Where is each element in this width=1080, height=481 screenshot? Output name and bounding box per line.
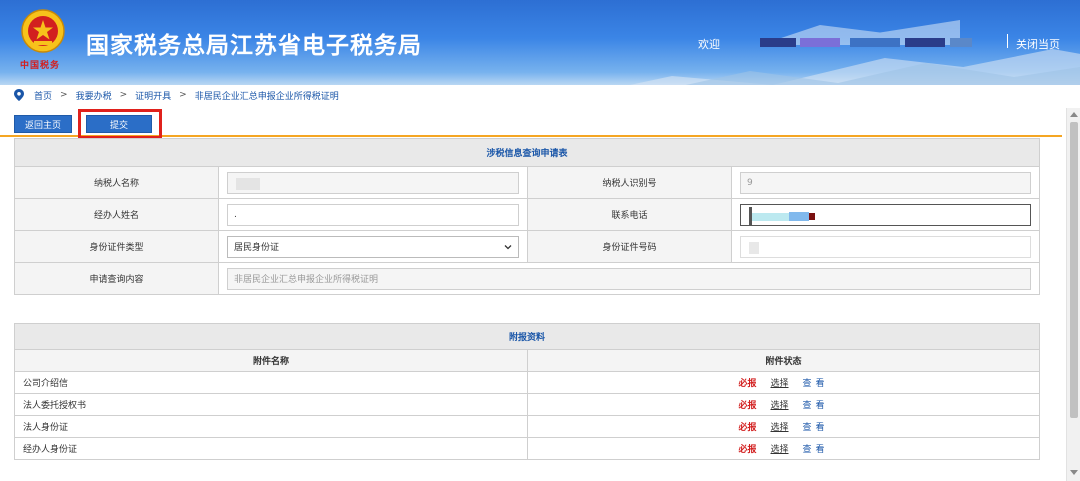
id-number-label: 身份证件号码 bbox=[527, 230, 732, 263]
breadcrumb-tax-handling[interactable]: 我要办税 bbox=[76, 89, 112, 102]
chevron-down-icon bbox=[504, 244, 512, 249]
taxpayer-id-field: 9 bbox=[740, 171, 1032, 194]
header-separator bbox=[1007, 34, 1008, 48]
id-type-value: 居民身份证 bbox=[234, 243, 280, 253]
welcome-text: 欢迎 bbox=[698, 38, 720, 51]
query-content-label: 申请查询内容 bbox=[14, 262, 219, 295]
query-content-value: 非居民企业汇总申报企业所得税证明 bbox=[234, 275, 379, 285]
header-banner: 中国税务 国家税务总局江苏省电子税务局 欢迎 关闭当页 bbox=[0, 0, 1080, 85]
close-page-link[interactable]: 关闭当页 bbox=[1016, 36, 1060, 52]
emblem-caption: 中国税务 bbox=[20, 61, 61, 71]
breadcrumb-current: 非居民企业汇总申报企业所得税证明 bbox=[194, 91, 339, 102]
scroll-up-arrow-icon[interactable] bbox=[1070, 112, 1078, 117]
redacted-phone bbox=[749, 206, 815, 225]
tax-emblem-icon bbox=[21, 9, 65, 53]
site-title: 国家税务总局江苏省电子税务局 bbox=[86, 33, 422, 59]
scrollbar-thumb[interactable] bbox=[1070, 122, 1078, 418]
phone-label: 联系电话 bbox=[527, 198, 732, 231]
agent-name-input[interactable]: . bbox=[227, 203, 519, 226]
attachments-caption: 附报资料 bbox=[13, 323, 1041, 350]
form-caption: 涉税信息查询申请表 bbox=[13, 138, 1041, 167]
view-link[interactable]: 查看 bbox=[803, 379, 829, 389]
id-type-select[interactable]: 居民身份证 bbox=[227, 235, 519, 258]
required-badge: 必报 bbox=[738, 401, 757, 411]
column-header-name: 附件名称 bbox=[14, 349, 528, 372]
application-form-table: 涉税信息查询申请表 纳税人名称 纳税人识别号 9 经办人姓名 . 联系电话 身份… bbox=[13, 138, 1041, 295]
table-row: 法人委托授权书 必报 选择 查看 bbox=[14, 393, 1041, 416]
redacted-user-info bbox=[730, 34, 1000, 50]
breadcrumb-separator: > bbox=[119, 90, 128, 100]
table-row: 经办人身份证 必报 选择 查看 bbox=[14, 437, 1041, 460]
attachment-name: 公司介绍信 bbox=[14, 371, 528, 394]
view-link[interactable]: 查看 bbox=[803, 445, 829, 455]
redacted-value bbox=[236, 177, 260, 190]
taxpayer-name-label: 纳税人名称 bbox=[14, 166, 219, 199]
toolbar: 返回主页 提交 bbox=[0, 108, 1062, 139]
agent-name-label: 经办人姓名 bbox=[14, 198, 219, 231]
attachment-name: 法人身份证 bbox=[14, 415, 528, 438]
choose-link[interactable]: 选择 bbox=[771, 401, 789, 411]
location-pin-icon bbox=[14, 89, 24, 101]
table-row: 法人身份证 必报 选择 查看 bbox=[14, 415, 1041, 438]
choose-link[interactable]: 选择 bbox=[771, 423, 789, 433]
breadcrumb-separator: > bbox=[179, 90, 187, 100]
table-row: 公司介绍信 必报 选择 查看 bbox=[14, 371, 1041, 394]
taxpayer-id-label: 纳税人识别号 bbox=[527, 166, 732, 199]
vertical-scrollbar[interactable] bbox=[1066, 108, 1080, 481]
breadcrumb-home[interactable]: 首页 bbox=[34, 89, 52, 102]
view-link[interactable]: 查看 bbox=[803, 401, 829, 411]
attachments-table: 附报资料 附件名称 附件状态 公司介绍信 必报 选择 查看 法人委托授权书 必报 选择… bbox=[13, 323, 1041, 460]
breadcrumb: 首页 > 我要办税 > 证明开具 > 非居民企业汇总申报企业所得税证明 bbox=[14, 87, 339, 103]
agent-name-value: . bbox=[234, 209, 237, 220]
choose-link[interactable]: 选择 bbox=[771, 445, 789, 455]
id-number-input[interactable] bbox=[740, 235, 1032, 258]
scroll-down-arrow-icon[interactable] bbox=[1070, 470, 1078, 475]
column-header-status: 附件状态 bbox=[526, 349, 1041, 372]
taxpayer-id-value: 9 bbox=[747, 177, 753, 188]
required-badge: 必报 bbox=[738, 423, 757, 433]
choose-link[interactable]: 选择 bbox=[771, 379, 789, 389]
breadcrumb-certificate[interactable]: 证明开具 bbox=[135, 89, 171, 102]
view-link[interactable]: 查看 bbox=[803, 423, 829, 433]
attachment-name: 法人委托授权书 bbox=[14, 393, 528, 416]
id-type-label: 身份证件类型 bbox=[14, 230, 219, 263]
query-content-field: 非居民企业汇总申报企业所得税证明 bbox=[227, 267, 1032, 290]
submit-highlight-box bbox=[78, 109, 162, 139]
phone-input[interactable] bbox=[740, 203, 1032, 226]
required-badge: 必报 bbox=[738, 445, 757, 455]
return-home-button[interactable]: 返回主页 bbox=[14, 115, 72, 133]
required-badge: 必报 bbox=[738, 379, 757, 389]
attachment-name: 经办人身份证 bbox=[14, 437, 528, 460]
taxpayer-name-field bbox=[227, 171, 519, 194]
redacted-value bbox=[749, 241, 759, 254]
breadcrumb-separator: > bbox=[60, 90, 68, 100]
